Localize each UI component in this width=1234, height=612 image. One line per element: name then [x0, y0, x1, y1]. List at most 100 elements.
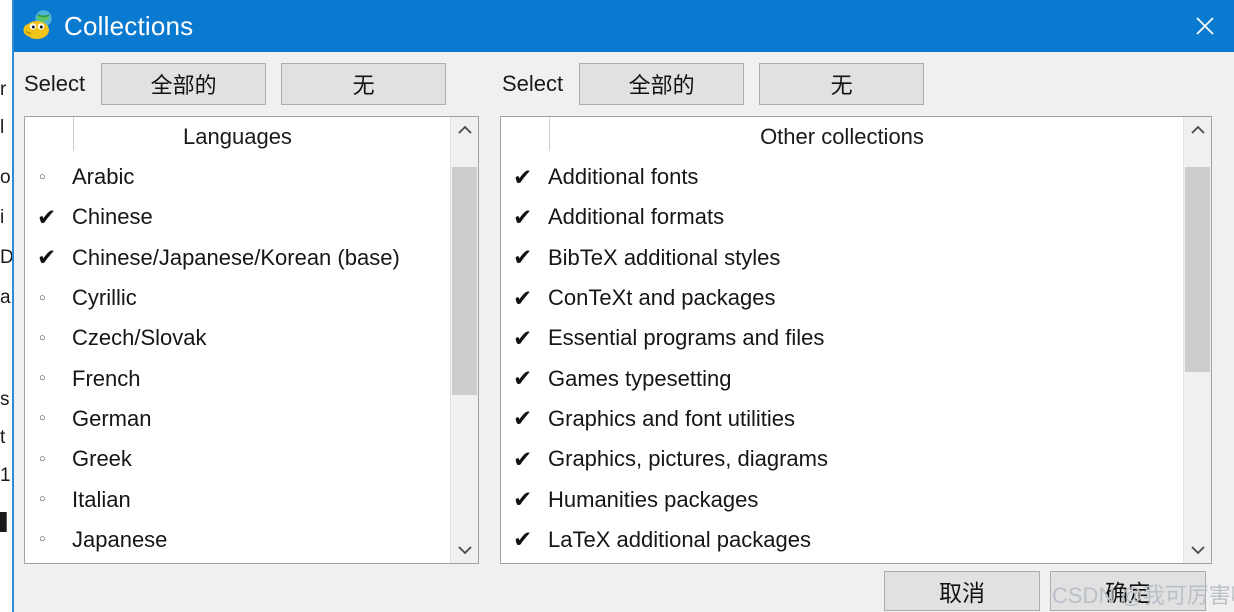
unchecked-circle-icon[interactable]: ○	[34, 413, 72, 424]
unchecked-circle-icon[interactable]: ○	[34, 373, 72, 384]
other-collections-pane-body: Other collections ✔ Additional fonts ✔ Addi…	[501, 117, 1183, 563]
other-collections-header-label: Other collections	[760, 124, 924, 149]
unchecked-circle-icon[interactable]: ○	[34, 292, 72, 304]
checkmark-icon[interactable]: ✔	[510, 488, 548, 511]
scroll-up-button[interactable]	[1184, 117, 1211, 143]
checkmark-icon[interactable]: ✔	[510, 528, 548, 551]
list-item[interactable]: ✔ Chinese	[25, 197, 450, 237]
list-item[interactable]: ✔ Graphics, pictures, diagrams	[501, 439, 1183, 479]
dialog-footer: 取消 确定	[14, 568, 1234, 612]
unchecked-circle-icon[interactable]: ○	[34, 494, 72, 505]
list-item[interactable]: ○ Cyrillic	[25, 278, 450, 318]
list-item[interactable]: ✔ LaTeX additional packages	[501, 520, 1183, 560]
cancel-button[interactable]: 取消	[884, 571, 1040, 611]
list-item[interactable]: ✔ Additional fonts	[501, 157, 1183, 197]
list-item[interactable]: ○ Italian	[25, 479, 450, 519]
unchecked-circle-icon[interactable]: ○	[34, 332, 72, 344]
list-item[interactable]: ✔ Games typesetting	[501, 358, 1183, 398]
languages-header: Languages	[25, 117, 450, 157]
languages-scrollbar[interactable]	[450, 117, 478, 563]
checkmark-icon[interactable]: ✔	[510, 246, 548, 269]
list-item-label: Italian	[72, 486, 131, 512]
list-item[interactable]: ✔ Graphics and font utilities	[501, 399, 1183, 439]
list-item-label: Cyrillic	[72, 285, 137, 311]
list-item[interactable]: ○ German	[25, 399, 450, 439]
right-select-none-button[interactable]: 无	[759, 63, 925, 105]
languages-list[interactable]: ○ Arabic ✔ Chinese ✔ Chinese/Japanese/Korean …	[25, 157, 450, 560]
select-toolbars: Select 全部的 无 Select 全部的 无	[14, 52, 1234, 116]
close-icon	[1196, 17, 1214, 35]
scroll-down-button[interactable]	[1184, 537, 1211, 563]
other-collections-header: Other collections	[501, 117, 1183, 157]
other-collections-pane: Other collections ✔ Additional fonts ✔ Addi…	[500, 116, 1212, 564]
header-column-divider	[73, 117, 74, 151]
screen: l o i D a s t 1 ▌ r Collections Select 全…	[0, 0, 1234, 612]
languages-pane-body: Languages ○ Arabic ✔ Chinese ✔ Chinese/Japane…	[25, 117, 450, 563]
list-item[interactable]: ✔ Humanities packages	[501, 479, 1183, 519]
list-item[interactable]: ✔ Additional formats	[501, 197, 1183, 237]
list-item-label: French	[72, 365, 141, 391]
scrollbar-thumb[interactable]	[1185, 166, 1210, 372]
checkmark-icon[interactable]: ✔	[510, 165, 548, 189]
languages-pane: Languages ○ Arabic ✔ Chinese ✔ Chinese/Japane…	[24, 116, 479, 564]
other-collections-list[interactable]: ✔ Additional fonts ✔ Additional formats ✔ Bib…	[501, 157, 1183, 560]
list-item[interactable]: ○ Arabic	[25, 157, 450, 197]
checkmark-icon[interactable]: ✔	[510, 326, 548, 350]
titlebar: Collections	[14, 0, 1234, 52]
list-item-label: Japanese	[72, 526, 168, 552]
checkmark-icon[interactable]: ✔	[510, 407, 548, 430]
list-item-label: BibTeX additional styles	[548, 244, 781, 270]
left-select-none-button[interactable]: 无	[281, 63, 447, 105]
left-select-label: Select	[24, 71, 86, 96]
scrollbar-thumb[interactable]	[452, 166, 477, 396]
list-item-label: Greek	[72, 446, 132, 472]
list-item[interactable]: ✔ BibTeX additional styles	[501, 238, 1183, 278]
list-item[interactable]: ○ Japanese	[25, 520, 450, 560]
list-item[interactable]: ○ French	[25, 358, 450, 398]
checkmark-icon[interactable]: ✔	[510, 205, 548, 229]
list-item-label: Essential programs and files	[548, 325, 825, 351]
texlive-frog-icon	[23, 10, 52, 39]
right-select-toolbar: Select 全部的 无	[502, 52, 925, 116]
scroll-down-button[interactable]	[451, 537, 478, 563]
list-item-label: Chinese	[72, 204, 153, 230]
window-title: Collections	[64, 10, 194, 41]
right-select-label: Select	[502, 71, 564, 96]
checkmark-icon[interactable]: ✔	[34, 205, 72, 229]
other-collections-scrollbar[interactable]	[1183, 117, 1211, 563]
list-item[interactable]: ✔ Chinese/Japanese/Korean (base)	[25, 238, 450, 278]
chevron-down-icon	[1190, 546, 1205, 555]
chevron-down-icon	[457, 546, 472, 555]
list-item-label: Graphics, pictures, diagrams	[548, 446, 828, 472]
list-item[interactable]: ✔ ConTeXt and packages	[501, 278, 1183, 318]
list-item[interactable]: ✔ Essential programs and files	[501, 318, 1183, 358]
chevron-up-icon	[457, 125, 472, 134]
close-button[interactable]	[1176, 0, 1234, 52]
checkmark-icon[interactable]: ✔	[34, 246, 72, 269]
list-item-label: Games typesetting	[548, 365, 732, 391]
collection-panes: Languages ○ Arabic ✔ Chinese ✔ Chinese/Japane…	[14, 116, 1234, 568]
checkmark-icon[interactable]: ✔	[510, 447, 548, 471]
right-select-all-button[interactable]: 全部的	[579, 63, 745, 105]
list-item-label: Czech/Slovak	[72, 325, 207, 351]
unchecked-circle-icon[interactable]: ○	[34, 534, 72, 545]
chevron-up-icon	[1190, 125, 1205, 134]
ok-button[interactable]: 确定	[1050, 571, 1206, 611]
checkmark-icon[interactable]: ✔	[510, 367, 548, 390]
list-item-label: Graphics and font utilities	[548, 405, 796, 431]
list-item-label: ConTeXt and packages	[548, 285, 776, 311]
scroll-up-button[interactable]	[451, 117, 478, 143]
list-item-label: German	[72, 405, 152, 431]
list-item-label: LaTeX additional packages	[548, 526, 811, 552]
unchecked-circle-icon[interactable]: ○	[34, 171, 72, 183]
checkmark-icon[interactable]: ✔	[510, 286, 548, 310]
unchecked-circle-icon[interactable]: ○	[34, 453, 72, 465]
languages-header-label: Languages	[183, 124, 292, 149]
list-item[interactable]: ○ Greek	[25, 439, 450, 479]
list-item-label: Arabic	[72, 164, 135, 190]
header-column-divider	[549, 117, 550, 151]
list-item-label: Additional fonts	[548, 164, 699, 190]
list-item[interactable]: ○ Czech/Slovak	[25, 318, 450, 358]
left-select-all-button[interactable]: 全部的	[101, 63, 267, 105]
collections-dialog: Collections Select 全部的 无 Select 全部的 无 La…	[14, 0, 1234, 612]
